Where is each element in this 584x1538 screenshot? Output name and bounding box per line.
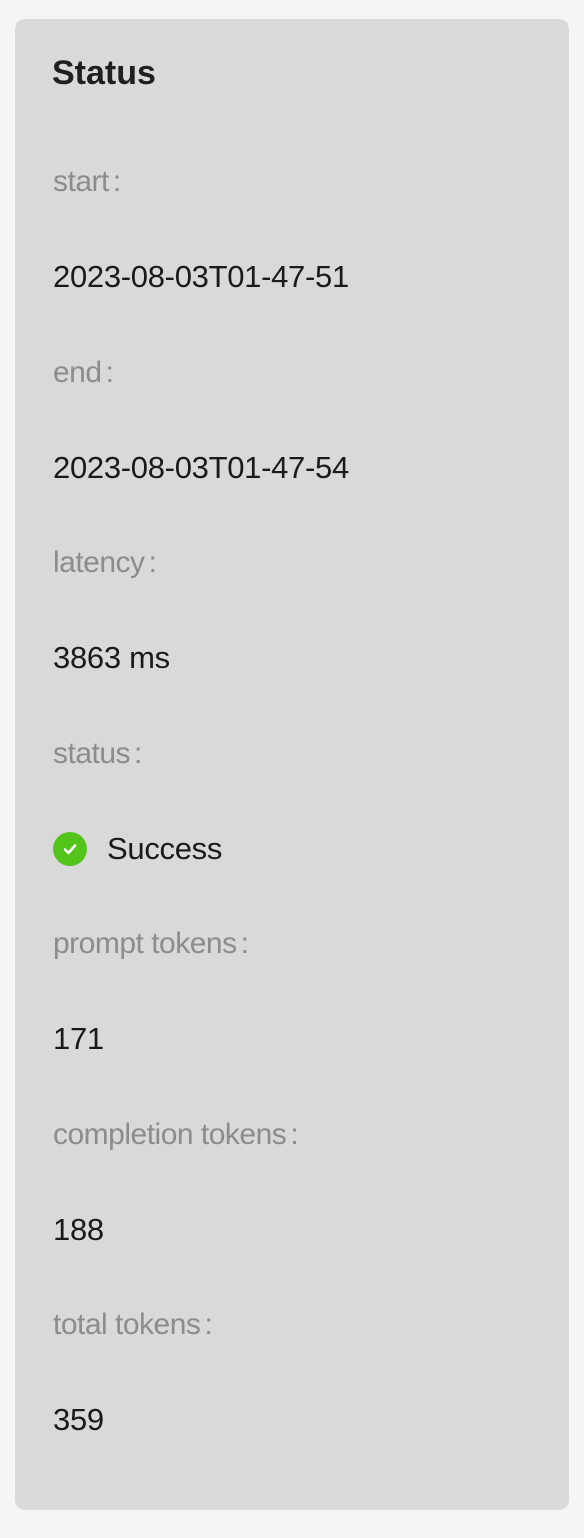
detail-label-text: prompt tokens xyxy=(53,927,237,960)
detail-item-completion-tokens: completion tokens: 188 xyxy=(53,1113,533,1304)
detail-label: start: xyxy=(53,160,121,204)
label-separator: : xyxy=(204,1308,213,1341)
status-panel: Status start: 2023-08-03T01-47-51 end: 2… xyxy=(15,19,569,1510)
label-separator: : xyxy=(105,355,114,389)
detail-item-prompt-tokens: prompt tokens: 171 xyxy=(53,922,533,1113)
label-separator: : xyxy=(290,1117,299,1151)
detail-label: prompt tokens: xyxy=(53,922,249,966)
label-separator: : xyxy=(148,546,157,579)
detail-label: latency: xyxy=(53,541,157,585)
detail-item-status: status: Success xyxy=(53,732,533,923)
detail-label: total tokens: xyxy=(53,1303,213,1347)
panel-title: Status xyxy=(52,54,156,92)
status-text: Success xyxy=(107,830,223,866)
detail-label: end: xyxy=(53,351,114,395)
detail-value: 3863 ms xyxy=(53,640,170,675)
detail-label-text: status xyxy=(53,736,131,770)
detail-value: 188 xyxy=(53,1211,104,1247)
detail-item-total-tokens: total tokens: 359 xyxy=(53,1303,533,1494)
label-separator: : xyxy=(134,736,142,770)
detail-value: 359 xyxy=(53,1402,104,1437)
label-separator: : xyxy=(240,927,249,960)
status-badge: Success xyxy=(53,827,222,871)
detail-value: 171 xyxy=(53,1021,104,1056)
status-details-list: start: 2023-08-03T01-47-51 end: 2023-08-… xyxy=(53,160,533,1494)
detail-value: 2023-08-03T01-47-54 xyxy=(53,449,349,485)
detail-label-text: latency xyxy=(53,546,145,579)
detail-label-text: total tokens xyxy=(53,1308,201,1341)
detail-value: 2023-08-03T01-47-51 xyxy=(53,259,349,294)
detail-label-text: end xyxy=(53,355,102,389)
detail-label: status: xyxy=(53,732,142,776)
detail-label-text: start xyxy=(53,165,109,198)
detail-item-start: start: 2023-08-03T01-47-51 xyxy=(53,160,533,351)
check-circle-icon xyxy=(53,831,87,866)
detail-label-text: completion tokens xyxy=(53,1117,287,1151)
detail-item-latency: latency: 3863 ms xyxy=(53,541,533,732)
label-separator: : xyxy=(112,165,121,198)
detail-label: completion tokens: xyxy=(53,1113,299,1157)
detail-item-end: end: 2023-08-03T01-47-54 xyxy=(53,351,533,542)
